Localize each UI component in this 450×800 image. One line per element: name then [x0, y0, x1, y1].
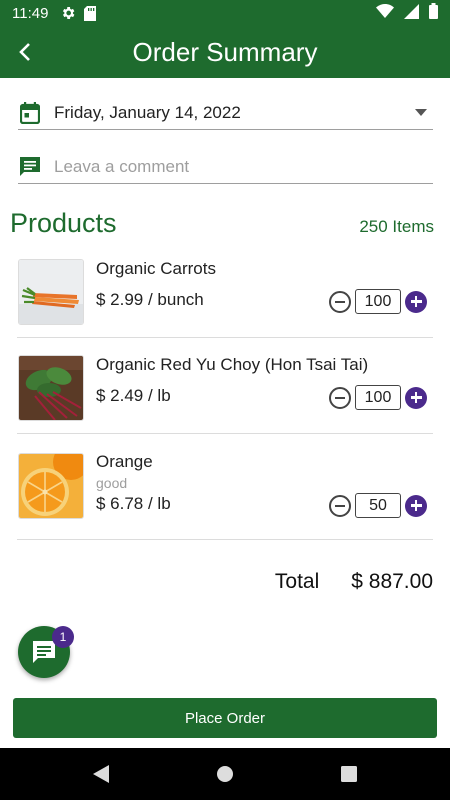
total-value: $ 887.00 — [351, 570, 433, 593]
items-count: 250 Items — [359, 217, 434, 236]
carrots-image — [18, 259, 84, 325]
nav-recents-icon[interactable] — [337, 762, 361, 786]
product-list: Organic Carrots $ 2.99 / bunch Organic R… — [17, 242, 433, 540]
product-price: $ 2.49 / lb — [96, 386, 171, 405]
back-arrow-icon — [19, 43, 30, 61]
quantity-stepper — [329, 289, 427, 314]
page-title: Order Summary — [132, 36, 318, 67]
plus-icon[interactable] — [405, 386, 427, 409]
dropdown-arrow-icon[interactable] — [409, 101, 433, 125]
calendar-icon — [18, 101, 42, 125]
sd-card-icon — [84, 5, 97, 21]
quantity-input[interactable] — [355, 385, 401, 410]
battery-icon — [429, 3, 438, 23]
order-total: Total $ 887.00 — [275, 570, 433, 594]
chat-badge: 1 — [52, 626, 74, 648]
red-yu-choy-image — [18, 355, 84, 421]
product-price: $ 6.78 / lb — [96, 494, 171, 513]
comment-field[interactable] — [18, 150, 433, 184]
product-row: Orange good $ 6.78 / lb — [17, 434, 433, 540]
nav-home-icon[interactable] — [213, 762, 237, 786]
quantity-input[interactable] — [355, 289, 401, 314]
nav-back-icon[interactable] — [89, 762, 113, 786]
quantity-input[interactable] — [355, 493, 401, 518]
products-title: Products — [10, 208, 117, 238]
plus-icon[interactable] — [405, 290, 427, 313]
total-label: Total — [274, 570, 320, 593]
plus-icon[interactable] — [405, 494, 427, 517]
quantity-stepper — [329, 385, 427, 410]
product-name: Organic Red Yu Choy (Hon Tsai Tai) — [96, 355, 369, 374]
product-name: Orange — [96, 452, 153, 471]
product-row: Organic Red Yu Choy (Hon Tsai Tai) $ 2.4… — [17, 338, 433, 434]
product-row: Organic Carrots $ 2.99 / bunch — [17, 242, 433, 338]
product-price: $ 2.99 / bunch — [96, 290, 204, 309]
minus-icon[interactable] — [329, 386, 351, 409]
minus-icon[interactable] — [329, 494, 351, 517]
status-bar: 11:49 — [0, 0, 450, 26]
app-bar: Order Summary — [0, 26, 450, 78]
date-value: Friday, January 14, 2022 — [54, 102, 241, 122]
place-order-button[interactable]: Place Order — [13, 698, 437, 738]
orange-image — [18, 453, 84, 519]
back-button[interactable] — [8, 26, 44, 78]
date-picker[interactable]: Friday, January 14, 2022 — [18, 96, 433, 130]
signal-icon — [404, 3, 419, 23]
status-time: 11:49 — [12, 4, 49, 22]
comment-input[interactable] — [54, 156, 433, 177]
comment-icon — [18, 155, 42, 179]
products-header: Products 250 Items — [10, 208, 434, 239]
gear-icon — [60, 5, 76, 21]
system-nav-bar — [0, 748, 450, 800]
quantity-stepper — [329, 493, 427, 518]
product-name: Organic Carrots — [96, 259, 216, 278]
minus-icon[interactable] — [329, 290, 351, 313]
product-note: good — [96, 475, 128, 491]
wifi-icon — [376, 4, 394, 22]
